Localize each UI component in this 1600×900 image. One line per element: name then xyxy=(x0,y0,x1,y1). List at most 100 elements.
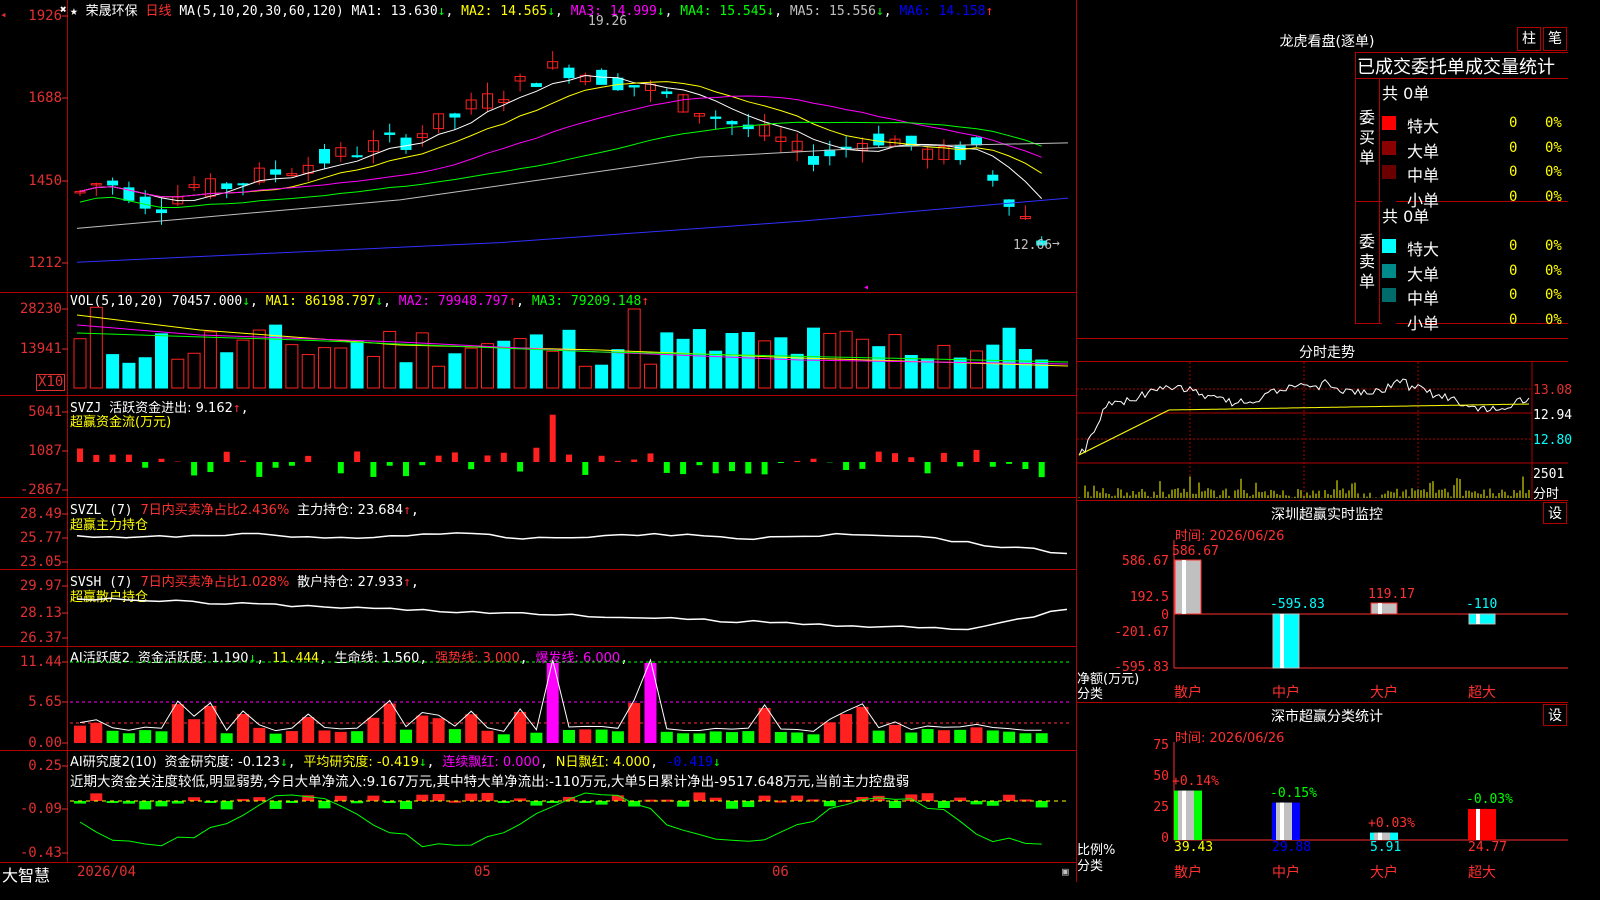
activity-bar xyxy=(171,704,184,743)
classify-chart[interactable] xyxy=(1077,0,1568,882)
activity-bar xyxy=(579,729,592,743)
fund-flow-bar xyxy=(419,462,426,466)
fund-flow-bar xyxy=(810,458,817,462)
activity-bar xyxy=(448,729,461,743)
lock-icon[interactable]: ▣ xyxy=(1062,865,1069,878)
volume-bar xyxy=(758,340,772,389)
fund-flow-bar xyxy=(533,447,540,462)
activity-bar xyxy=(660,731,673,743)
fund-flow-bar xyxy=(761,462,768,475)
research-bar xyxy=(823,801,836,807)
fund-flow-bar xyxy=(614,460,621,462)
volume-bar xyxy=(432,365,446,389)
volume-bar xyxy=(839,330,853,389)
high-price-label: 19.26 xyxy=(588,14,628,29)
volume-bar xyxy=(464,347,478,389)
activity-bar xyxy=(318,730,331,743)
fund-flow-bar xyxy=(272,462,279,468)
activity-bar xyxy=(889,724,901,743)
research-bar xyxy=(986,801,999,806)
volume-bar xyxy=(790,353,804,389)
fund-flow-bar xyxy=(973,449,980,462)
ma-line xyxy=(79,74,1043,202)
volume-bar xyxy=(611,349,625,389)
candle-body xyxy=(139,196,151,209)
fund-flow-bar xyxy=(1038,462,1045,478)
date-start: 2026/04 xyxy=(77,864,137,880)
fund-flow-bar xyxy=(859,462,866,469)
brand-logo[interactable]: 大智慧 xyxy=(2,862,50,886)
research-bar xyxy=(497,801,510,803)
y-tick-label: -0.09 xyxy=(19,801,62,817)
research-bar xyxy=(204,801,217,803)
y-tick-label: 5.65 xyxy=(28,694,62,710)
chart-area[interactable]: ★ 荣晟环保 日线 MA(5,10,20,30,60,120) MA1: 13.… xyxy=(0,0,1077,885)
volume-bar xyxy=(595,364,609,389)
fund-flow-bar xyxy=(125,454,132,462)
fund-flow-bar xyxy=(892,453,898,462)
research-bar xyxy=(660,799,673,802)
candle-body xyxy=(726,121,738,125)
activity-bar xyxy=(726,732,738,743)
volume-bar xyxy=(285,344,299,389)
volume-bar xyxy=(187,352,201,389)
research-bar xyxy=(106,801,119,803)
research-line xyxy=(79,792,1042,848)
research-bar xyxy=(481,792,494,801)
vol-ma2-line xyxy=(76,324,1069,365)
volume-bar xyxy=(155,333,168,389)
fund-flow-bar xyxy=(940,452,947,462)
candle-body xyxy=(971,137,982,146)
volume-bar xyxy=(383,330,397,389)
volume-bar xyxy=(970,350,983,389)
volume-bar xyxy=(236,339,250,389)
date-may: 05 xyxy=(474,864,491,880)
research-bar xyxy=(1035,801,1048,808)
volume-bar xyxy=(399,362,413,389)
volume-bar xyxy=(953,357,967,389)
fund-flow-bar xyxy=(582,462,589,475)
volume-bar xyxy=(497,340,511,389)
volume-bar xyxy=(529,334,543,389)
volume-bar xyxy=(855,338,869,389)
y-tick-label: 5041 xyxy=(28,404,62,420)
candle-body xyxy=(873,133,885,146)
activity-bar xyxy=(285,731,298,743)
activity-bar xyxy=(481,730,494,743)
candle-body xyxy=(628,85,640,88)
research-bar xyxy=(628,801,641,807)
research-bar xyxy=(774,800,787,803)
y-tick-label: 28.13 xyxy=(19,605,62,621)
y-tick-label: 26.37 xyxy=(19,630,62,646)
research-bar xyxy=(1003,794,1016,801)
activity-bar xyxy=(905,732,918,743)
activity-bar xyxy=(139,730,152,743)
vol-ma3-line xyxy=(76,332,1069,363)
activity-bar xyxy=(563,729,575,743)
ma-line xyxy=(79,121,1042,208)
activity-bar xyxy=(611,731,624,743)
candlestick-chart[interactable] xyxy=(0,0,1076,292)
volume-bar xyxy=(334,347,348,389)
activity-bar xyxy=(514,711,527,743)
classify-bar-highlight xyxy=(1182,790,1186,840)
ai-research-comment: 近期大资金关注度较低,明显弱势,今日大单净流入:9.167万元,其中特大单净流出… xyxy=(70,774,910,790)
research-bar xyxy=(611,795,624,801)
activity-bar xyxy=(856,706,869,743)
activity-bar xyxy=(709,731,722,743)
y-tick-label: 29.97 xyxy=(19,578,62,594)
activity-bar xyxy=(367,717,380,743)
fund-flow-bar xyxy=(223,451,230,462)
volume-bar xyxy=(203,331,217,389)
research-bar xyxy=(383,801,396,804)
activity-bar xyxy=(774,731,787,743)
activity-bar xyxy=(986,730,999,743)
y-tick-label: 13941 xyxy=(19,341,62,357)
volume-bar xyxy=(1035,359,1049,389)
fund-flow-bar xyxy=(729,462,735,472)
fund-flow-bar xyxy=(647,453,654,462)
volume-bar xyxy=(415,332,429,389)
fund-flow-bar xyxy=(109,454,116,462)
fund-flow-bar xyxy=(240,460,246,462)
fund-flow-bar xyxy=(158,458,165,462)
